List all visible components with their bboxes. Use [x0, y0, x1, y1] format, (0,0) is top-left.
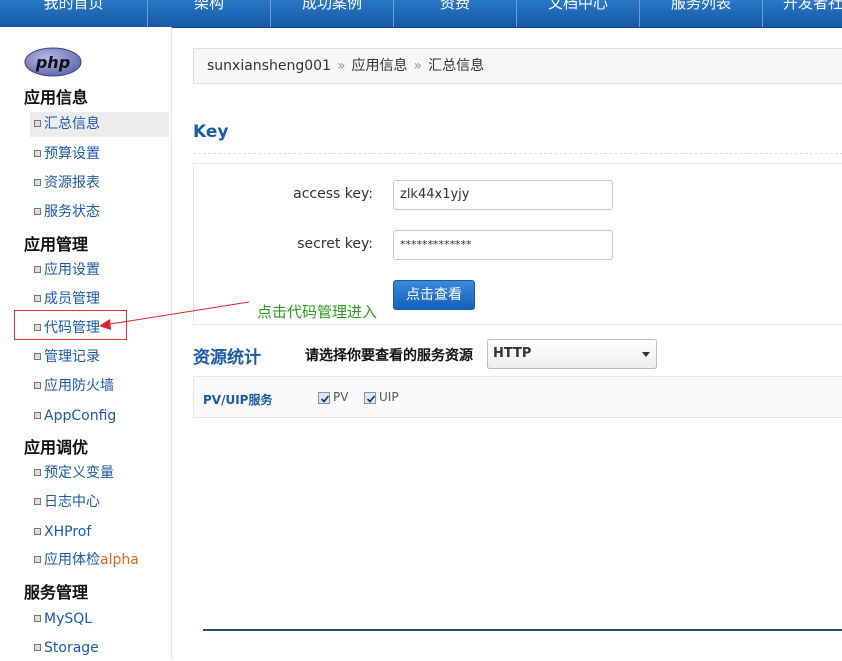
bullet-icon — [34, 381, 41, 389]
bullet-icon — [34, 178, 41, 186]
sidebar-item-label: 资源报表 — [44, 175, 100, 191]
sidebar-item-resource-report[interactable]: 资源报表 — [30, 171, 169, 196]
section-title-app-info: 应用信息 — [24, 88, 89, 107]
breadcrumb-current: 汇总信息 — [428, 58, 485, 74]
resource-stats-title: 资源统计 — [193, 348, 261, 368]
nav-item-home[interactable]: 我的首页 — [0, 0, 148, 27]
divider — [193, 153, 842, 154]
sidebar-item-summary[interactable]: 汇总信息 — [30, 112, 169, 137]
sidebar-item-label: 预算设置 — [44, 146, 100, 162]
bullet-icon — [34, 411, 41, 419]
sidebar-item-members[interactable]: 成员管理 — [30, 287, 169, 312]
alpha-badge: alpha — [100, 552, 139, 568]
chevron-down-icon — [642, 352, 650, 357]
nav-label: 服务列表 — [670, 0, 731, 12]
sidebar-item-app-settings[interactable]: 应用设置 — [30, 258, 169, 283]
nav-item-services[interactable]: 服务列表 — [640, 0, 763, 27]
bullet-icon — [34, 555, 41, 563]
top-navigation: 我的首页 架构 成功案例 资费 文档中心 服务列表 开发者社 — [0, 0, 842, 28]
bullet-icon — [34, 207, 41, 215]
breadcrumb-separator: » — [413, 58, 423, 74]
logo-text: php — [35, 53, 70, 72]
chart-baseline — [203, 629, 842, 631]
nav-item-architecture[interactable]: 架构 — [148, 0, 271, 27]
bullet-icon — [34, 119, 41, 127]
sidebar-item-label: 汇总信息 — [44, 116, 100, 132]
annotation-text: 点击代码管理进入 — [257, 303, 378, 321]
access-key-field[interactable]: zlk44x1yjy — [393, 180, 613, 210]
bullet-icon — [34, 614, 41, 622]
php-logo: php — [24, 47, 82, 77]
bullet-icon — [34, 149, 41, 157]
breadcrumb-app-info[interactable]: 应用信息 — [352, 58, 408, 74]
secret-key-label: secret key: — [297, 236, 373, 252]
nav-label: 资费 — [439, 0, 470, 12]
access-key-label: access key: — [293, 186, 373, 202]
sidebar-item-service-status[interactable]: 服务状态 — [30, 200, 169, 225]
sidebar-item-firewall[interactable]: 应用防火墙 — [30, 374, 169, 399]
sidebar-item-mysql[interactable]: MySQL — [30, 607, 169, 632]
section-title-service-management: 服务管理 — [24, 583, 89, 602]
sidebar-item-label: XHProf — [44, 524, 92, 540]
sidebar-item-label: 日志中心 — [44, 494, 100, 510]
sidebar-item-label: Storage — [44, 640, 99, 656]
sidebar-item-budget[interactable]: 预算设置 — [30, 142, 169, 167]
breadcrumb-separator: » — [336, 58, 346, 74]
sidebar-item-label: 预定义变量 — [44, 465, 114, 481]
secret-key-field[interactable]: ************* — [393, 230, 613, 260]
bullet-icon — [34, 643, 41, 651]
nav-item-cases[interactable]: 成功案例 — [271, 0, 394, 27]
service-select[interactable]: HTTP — [487, 339, 657, 369]
breadcrumb-app-name[interactable]: sunxiansheng001 — [207, 58, 331, 74]
nav-label: 我的首页 — [43, 0, 104, 12]
pv-uip-service-label: PV/UIP服务 — [203, 393, 273, 407]
sidebar-item-management-log[interactable]: 管理记录 — [30, 345, 169, 370]
bullet-icon — [34, 468, 41, 476]
bullet-icon — [34, 294, 41, 302]
bullet-icon — [34, 352, 41, 360]
code-management-highlight-box — [14, 310, 127, 340]
sidebar-item-appconfig[interactable]: AppConfig — [30, 404, 169, 429]
nav-label: 架构 — [193, 0, 224, 12]
bullet-icon — [34, 265, 41, 273]
view-secret-button[interactable]: 点击查看 — [393, 280, 475, 310]
sidebar-item-label: 应用防火墙 — [44, 378, 114, 394]
checkmark-icon — [366, 395, 376, 403]
pv-label: PV — [333, 390, 349, 404]
nav-item-developers[interactable]: 开发者社 — [763, 0, 842, 27]
uip-label: UIP — [379, 390, 399, 404]
section-title-app-tuning: 应用调优 — [24, 438, 89, 457]
sidebar-item-label: 服务状态 — [44, 204, 100, 220]
sidebar-item-label: MySQL — [44, 611, 93, 627]
pv-uip-panel — [193, 376, 842, 418]
nav-label: 文档中心 — [547, 0, 608, 12]
pv-checkbox[interactable] — [318, 392, 330, 404]
nav-item-pricing[interactable]: 资费 — [394, 0, 517, 27]
nav-item-docs[interactable]: 文档中心 — [517, 0, 640, 27]
uip-checkbox[interactable] — [364, 392, 376, 404]
sidebar-item-app-checkup[interactable]: 应用体检alpha — [30, 548, 169, 573]
sidebar-item-label: AppConfig — [44, 408, 117, 424]
sidebar-item-label: 管理记录 — [44, 349, 100, 365]
service-select-label: 请选择你要查看的服务资源 — [305, 348, 473, 364]
checkmark-icon — [320, 395, 330, 403]
sidebar-item-label: 成员管理 — [44, 291, 100, 307]
bullet-icon — [34, 527, 41, 535]
sidebar-item-storage[interactable]: Storage — [30, 636, 169, 661]
bullet-icon — [34, 497, 41, 505]
nav-label: 开发者社 — [783, 0, 842, 12]
selected-service: HTTP — [493, 346, 532, 361]
breadcrumb: sunxiansheng001 » 应用信息 » 汇总信息 — [193, 48, 842, 84]
section-title-app-management: 应用管理 — [24, 235, 89, 254]
key-section-title: Key — [193, 122, 229, 142]
sidebar-item-label: 应用体检 — [44, 552, 100, 568]
nav-label: 成功案例 — [301, 0, 362, 12]
sidebar-item-log-center[interactable]: 日志中心 — [30, 490, 169, 515]
sidebar-item-xhprof[interactable]: XHProf — [30, 520, 169, 545]
sidebar-item-label: 应用设置 — [44, 262, 100, 278]
sidebar-item-predefined-vars[interactable]: 预定义变量 — [30, 461, 169, 486]
